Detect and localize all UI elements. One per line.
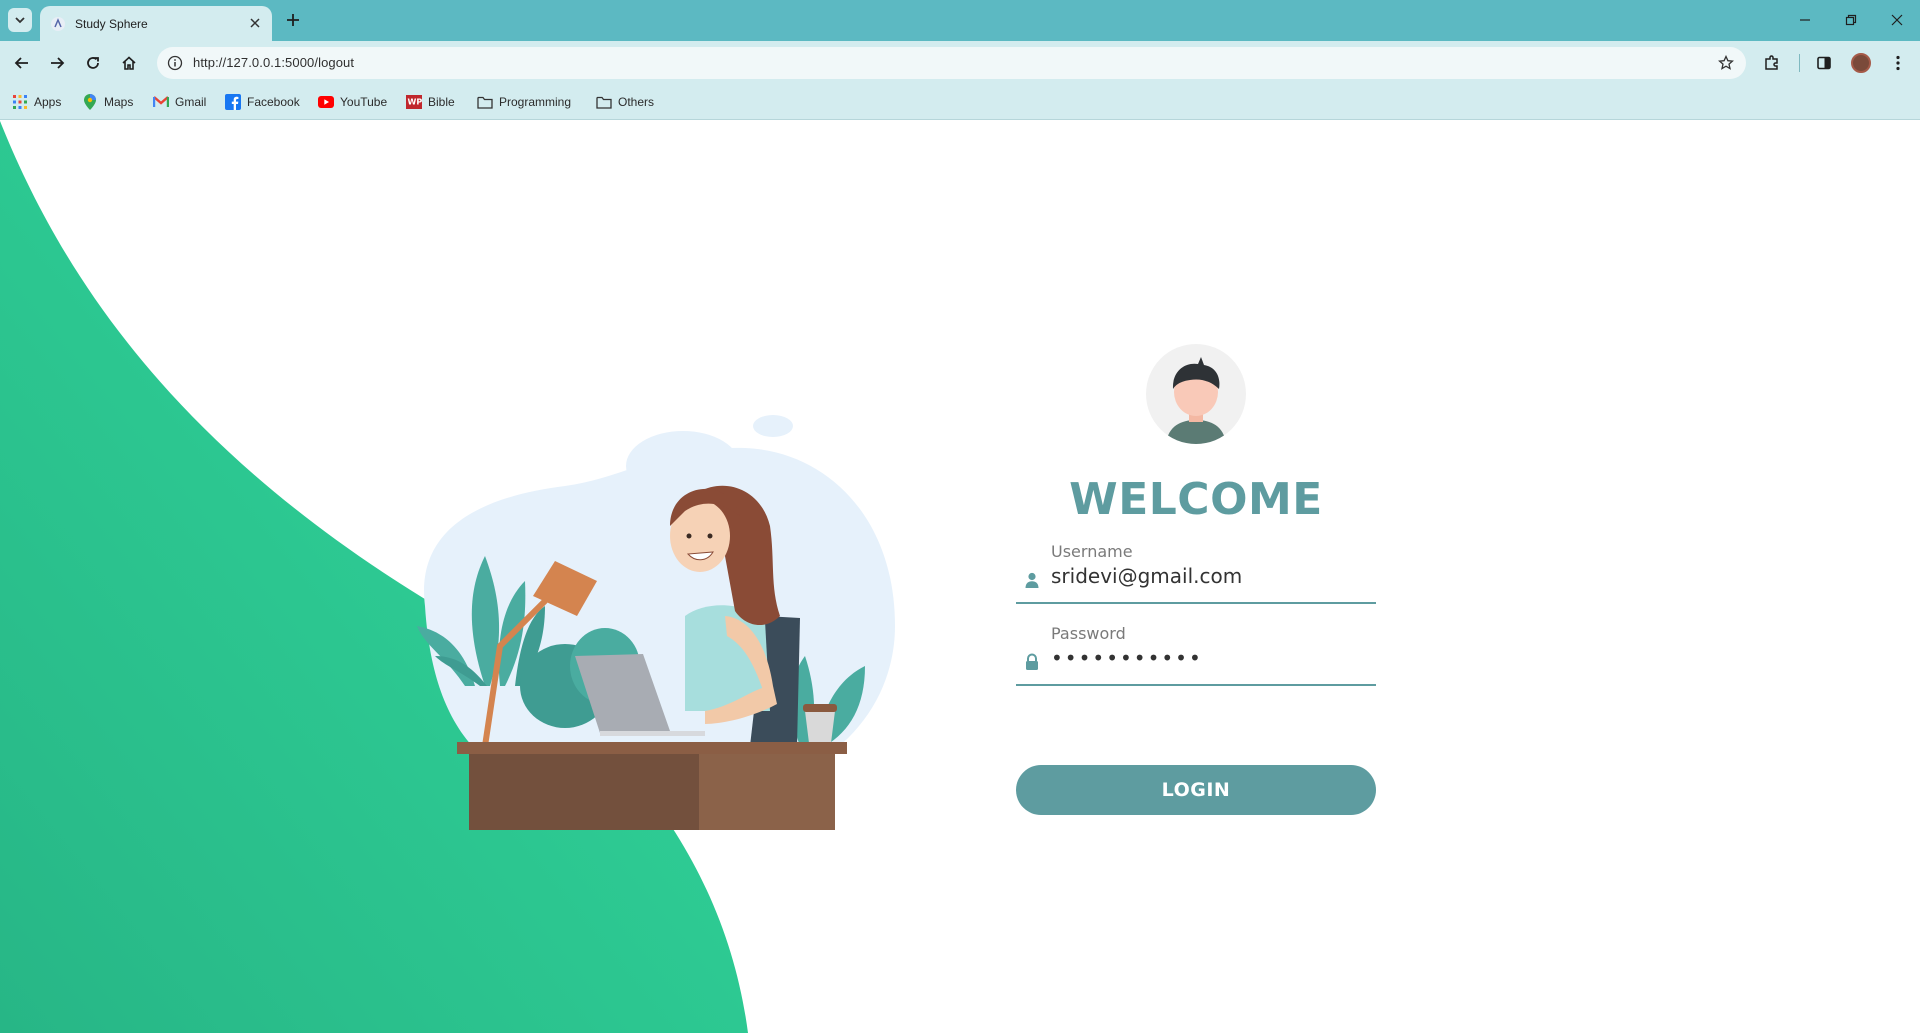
bookmark-youtube[interactable]: YouTube — [318, 93, 387, 111]
star-icon — [1718, 55, 1734, 70]
close-window-button[interactable] — [1882, 6, 1912, 34]
user-avatar-icon — [1146, 344, 1246, 444]
user-icon — [1020, 568, 1044, 592]
bookmark-bible[interactable]: WP Bible — [406, 93, 455, 111]
plus-icon — [287, 14, 299, 26]
browser-menu-button[interactable] — [1884, 49, 1912, 77]
minimize-icon — [1800, 19, 1810, 21]
bookmark-label: Facebook — [247, 95, 300, 109]
site-info-button[interactable] — [165, 53, 185, 73]
username-input[interactable] — [1051, 564, 1371, 588]
gmail-icon — [153, 94, 169, 110]
bookmark-label: Gmail — [175, 95, 207, 109]
menu-icon — [1896, 55, 1900, 71]
forward-button[interactable] — [43, 49, 71, 77]
browser-titlebar: Study Sphere — [0, 0, 1920, 41]
apps-grid-icon — [12, 94, 28, 110]
browser-toolbar: http://127.0.0.1:5000/logout — [0, 41, 1920, 85]
password-field: Password ••••••••••• — [1016, 624, 1376, 686]
site-favicon-icon — [51, 16, 65, 31]
bookmark-label: YouTube — [340, 95, 388, 109]
close-window-icon — [1891, 14, 1903, 26]
minimize-button[interactable] — [1790, 6, 1820, 34]
login-page: WELCOME Username Password ••••••••••• LO… — [0, 121, 1920, 1033]
password-label: Password — [1051, 624, 1126, 643]
tab-close-button[interactable] — [246, 14, 264, 32]
username-field: Username — [1016, 542, 1376, 604]
bookmark-label: Bible — [428, 95, 455, 109]
bookmark-star-button[interactable] — [1716, 53, 1736, 73]
side-panel-button[interactable] — [1810, 49, 1838, 77]
folder-icon — [596, 94, 612, 110]
bookmark-gmail[interactable]: Gmail — [153, 93, 206, 111]
reload-icon — [87, 57, 99, 69]
bookmark-folder-programming[interactable]: Programming — [477, 93, 571, 111]
welcome-heading: WELCOME — [1069, 474, 1323, 525]
profile-button[interactable] — [1847, 49, 1875, 77]
folder-icon — [477, 94, 493, 110]
home-button[interactable] — [115, 49, 143, 77]
tab-search-button[interactable] — [8, 8, 32, 32]
bookmark-facebook[interactable]: Facebook — [225, 93, 300, 111]
address-bar[interactable]: http://127.0.0.1:5000/logout — [157, 47, 1746, 79]
back-button[interactable] — [8, 49, 36, 77]
bookmark-apps[interactable]: Apps — [12, 93, 61, 111]
new-tab-button[interactable] — [282, 9, 304, 31]
bookmark-maps[interactable]: Maps — [82, 93, 133, 111]
login-button[interactable]: LOGIN — [1016, 765, 1376, 815]
bookmark-folder-others[interactable]: Others — [596, 93, 654, 111]
home-icon — [122, 56, 136, 70]
maps-pin-icon — [82, 94, 98, 110]
reload-button[interactable] — [79, 49, 107, 77]
bookmark-label: Others — [618, 95, 655, 109]
lock-icon — [1020, 650, 1044, 674]
username-label: Username — [1051, 542, 1133, 561]
bible-icon: WP — [406, 94, 422, 110]
restore-button[interactable] — [1836, 6, 1866, 34]
browser-tab[interactable]: Study Sphere — [40, 6, 272, 41]
chevron-down-icon — [15, 17, 25, 24]
tab-title: Study Sphere — [75, 16, 148, 31]
extensions-button[interactable] — [1758, 49, 1786, 77]
bookmark-label: Programming — [499, 95, 572, 109]
profile-icon — [1851, 53, 1871, 73]
svg-text:WP: WP — [408, 98, 423, 107]
back-icon — [14, 57, 28, 69]
extensions-icon — [1765, 55, 1778, 70]
facebook-icon — [225, 94, 241, 110]
site-info-icon — [167, 55, 183, 71]
close-icon — [250, 18, 260, 28]
desk-illustration — [417, 415, 895, 830]
side-panel-icon — [1817, 56, 1831, 70]
url-text[interactable]: http://127.0.0.1:5000/logout — [193, 55, 354, 70]
bookmark-label: Apps — [34, 95, 62, 109]
youtube-icon — [318, 94, 334, 110]
toolbar-separator — [1799, 54, 1800, 72]
bookmark-label: Maps — [104, 95, 134, 109]
restore-icon — [1845, 14, 1857, 26]
bookmarks-bar: Apps Maps Gmail Facebook YouTube WP Bibl… — [0, 85, 1920, 120]
password-input[interactable]: ••••••••••• — [1051, 646, 1371, 670]
forward-icon — [51, 57, 65, 69]
